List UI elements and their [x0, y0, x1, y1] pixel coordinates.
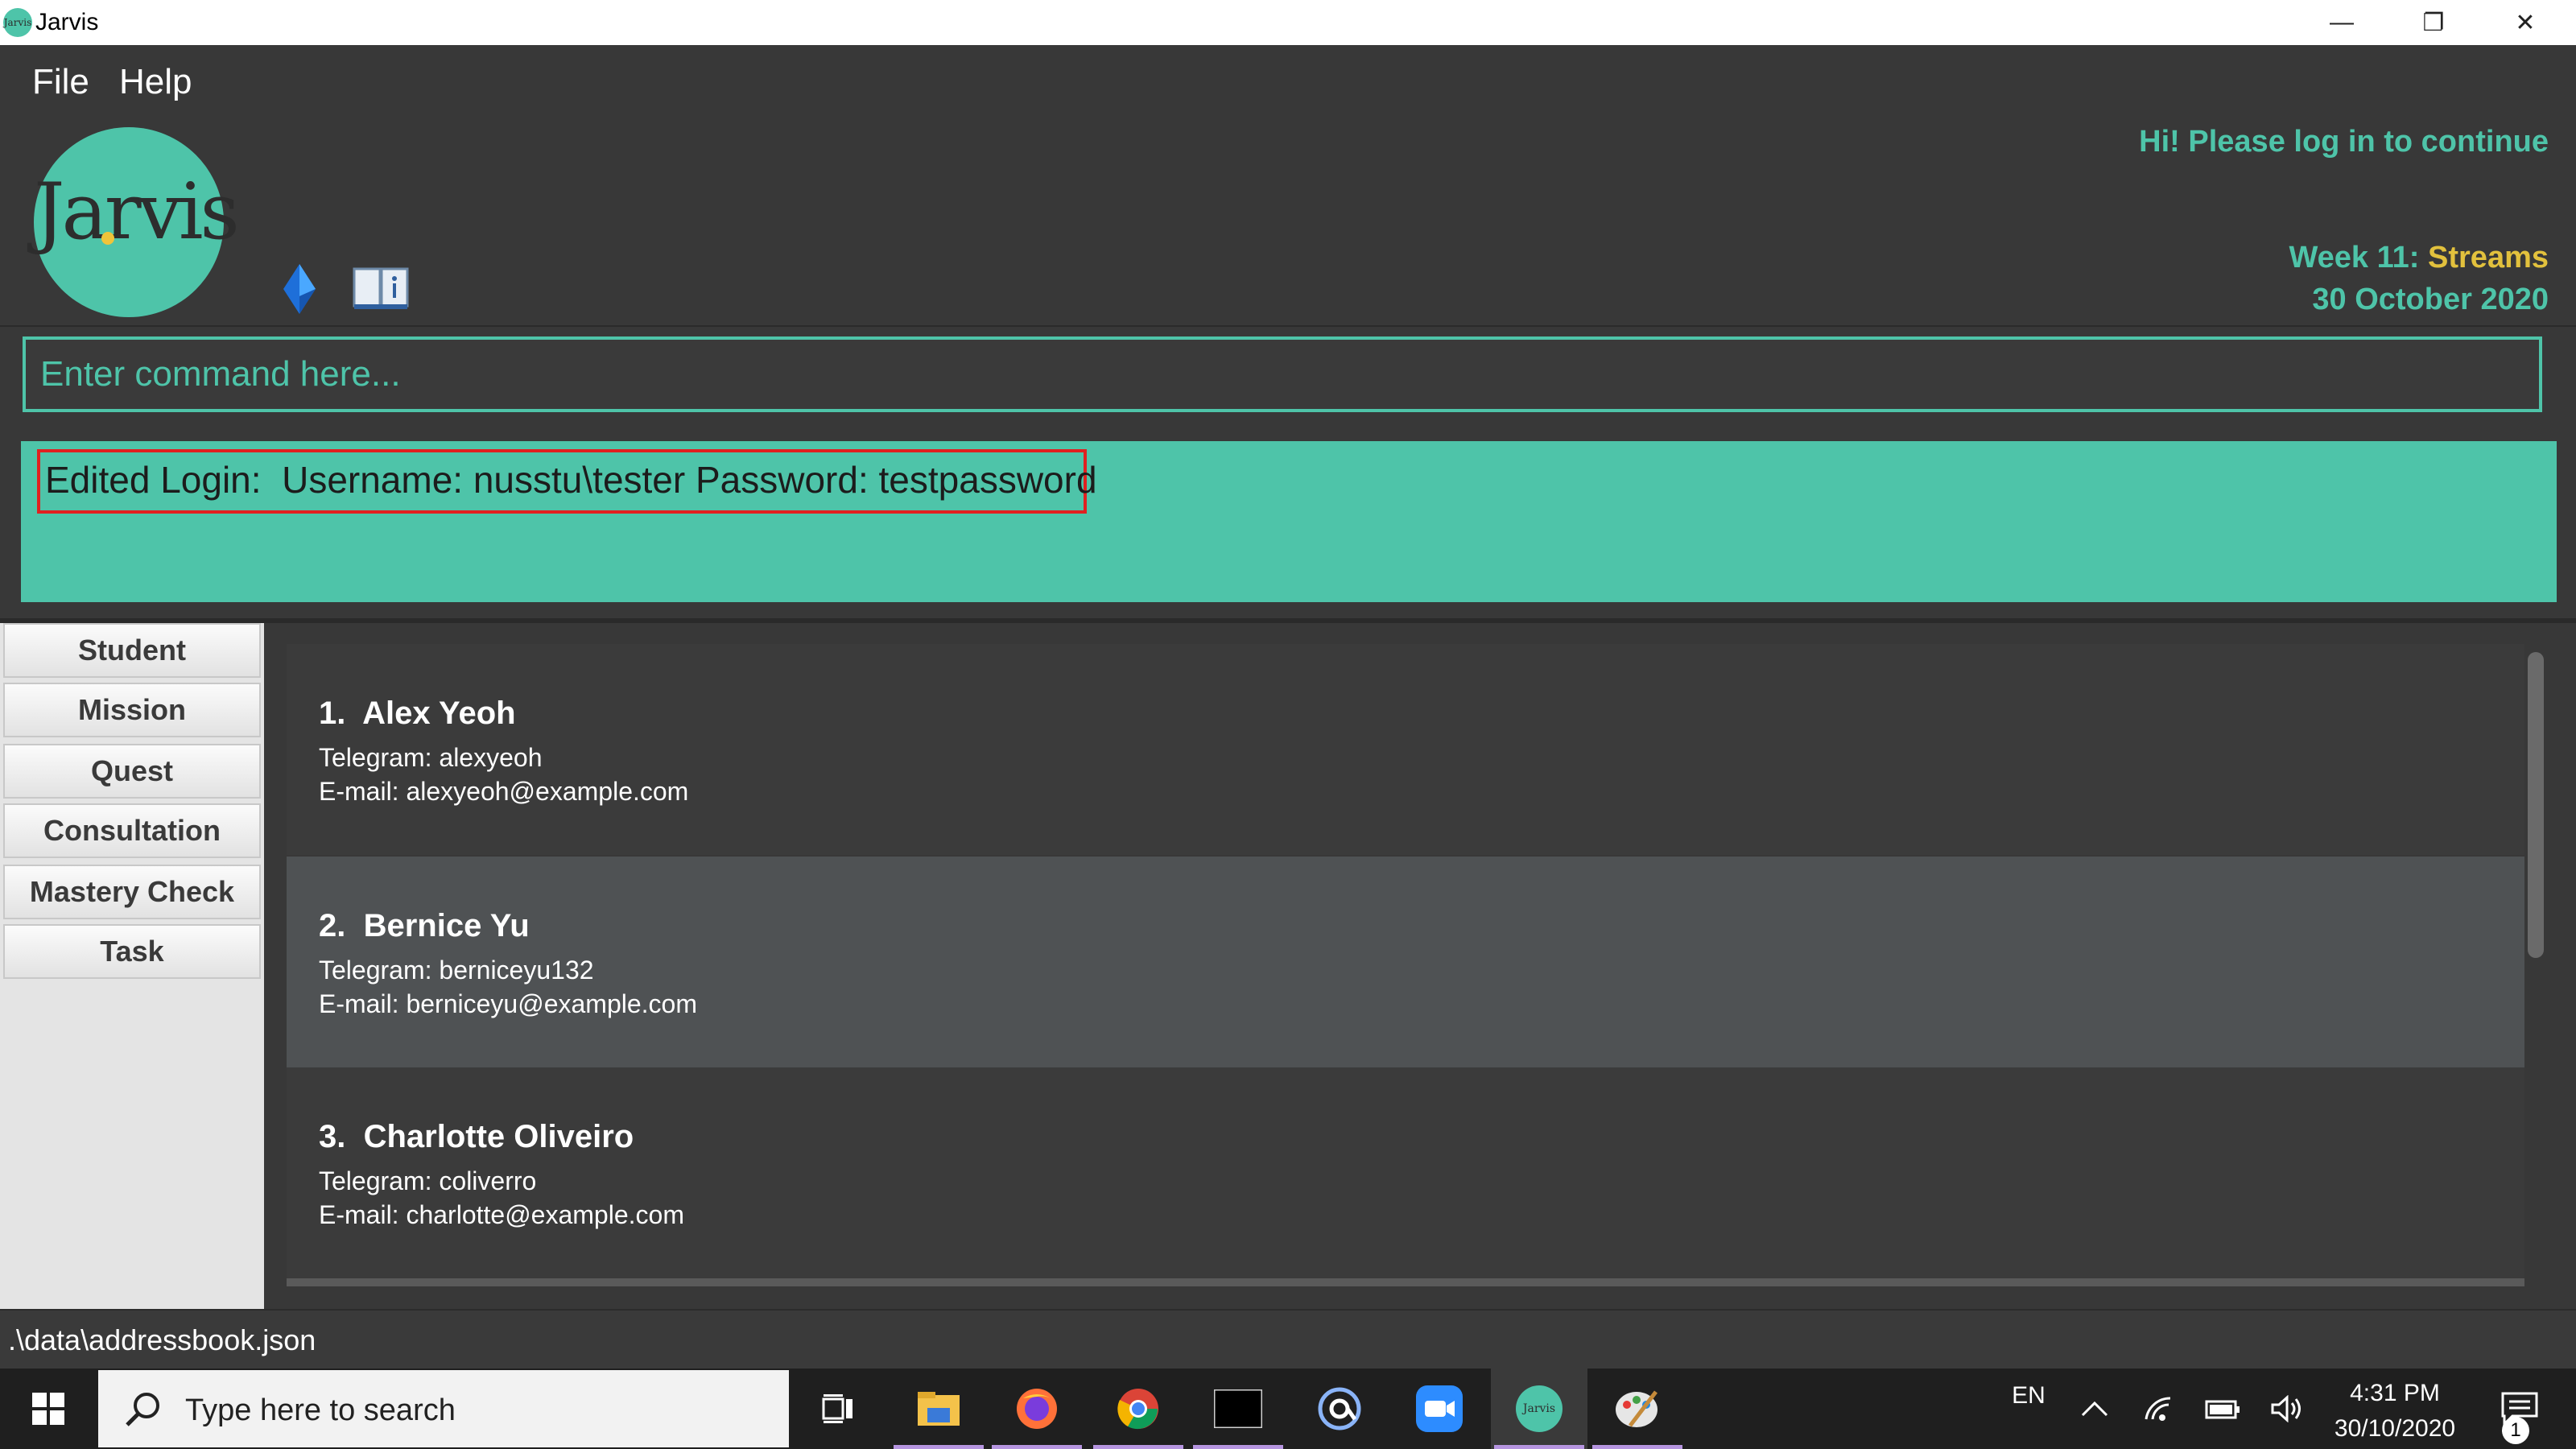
network-button[interactable] — [2130, 1368, 2188, 1449]
browser-button[interactable] — [1291, 1368, 1388, 1449]
video-camera-icon — [1416, 1385, 1463, 1432]
tab-mastery-check[interactable]: Mastery Check — [3, 865, 261, 919]
tab-consultation[interactable]: Consultation — [3, 803, 261, 858]
battery-icon — [2205, 1400, 2240, 1419]
taskbar-search[interactable]: Type here to search — [98, 1370, 789, 1447]
command-input[interactable] — [23, 336, 2542, 412]
search-icon — [126, 1393, 159, 1426]
student-telegram: Telegram: alexyeoh — [319, 743, 543, 772]
data-file-path: .\data\addressbook.json — [8, 1323, 316, 1356]
firefox-icon — [1017, 1389, 1057, 1429]
restore-icon: ❐ — [2422, 9, 2445, 36]
volume-button[interactable] — [2259, 1368, 2317, 1449]
file-explorer-button[interactable] — [890, 1368, 987, 1449]
task-view-button[interactable] — [789, 1368, 886, 1449]
week-label: Week 11: — [2289, 241, 2429, 275]
close-button[interactable]: ✕ — [2479, 0, 2571, 45]
logo-text: Jarvis — [34, 167, 240, 257]
login-status-message: Hi! Please log in to continue — [2139, 125, 2549, 159]
restore-button[interactable]: ❐ — [2388, 0, 2479, 45]
user-guide-icon[interactable] — [353, 266, 409, 311]
list-item[interactable]: 2. Bernice Yu Telegram: berniceyu132 E-m… — [287, 857, 2524, 1067]
at-sign-icon — [1318, 1387, 1361, 1430]
student-name: 3. Charlotte Oliveiro — [319, 1119, 634, 1154]
jarvis-logo: Jarvis — [34, 127, 240, 317]
menu-help[interactable]: Help — [119, 60, 192, 105]
sidebar: Student Mission Quest Consultation Maste… — [0, 623, 264, 1309]
terminal-icon — [1214, 1389, 1262, 1428]
jarvis-app-icon: Jarvis — [1516, 1385, 1563, 1432]
paint-button[interactable] — [1589, 1368, 1686, 1449]
minimize-button[interactable]: — — [2296, 0, 2388, 45]
student-name: 2. Bernice Yu — [319, 908, 530, 943]
tab-student[interactable]: Student — [3, 623, 261, 678]
chevron-up-icon — [2081, 1401, 2108, 1417]
show-hidden-icons-button[interactable] — [2064, 1368, 2125, 1449]
week-info: Week 11: Streams — [2289, 238, 2549, 277]
list-scrollbar[interactable] — [2528, 652, 2544, 958]
wifi-icon — [2145, 1397, 2171, 1421]
title-bar: Jarvis Jarvis — ❐ ✕ — [0, 0, 2576, 45]
chrome-button[interactable] — [1090, 1368, 1187, 1449]
list-item[interactable]: 1. Alex Yeoh Telegram: alexyeoh E-mail: … — [287, 644, 2524, 855]
start-button[interactable] — [0, 1368, 97, 1449]
tab-quest[interactable]: Quest — [3, 744, 261, 799]
windows-icon — [32, 1393, 64, 1425]
search-placeholder: Type here to search — [185, 1393, 456, 1427]
current-date: 30 October 2020 — [2312, 283, 2549, 316]
student-list[interactable]: 1. Alex Yeoh Telegram: alexyeoh E-mail: … — [264, 623, 2576, 1309]
student-telegram: Telegram: coliverro — [319, 1166, 537, 1195]
student-email: E-mail: alexyeoh@example.com — [319, 777, 689, 806]
student-email: E-mail: berniceyu@example.com — [319, 989, 697, 1018]
battery-button[interactable] — [2193, 1368, 2254, 1449]
list-bottom-edge — [287, 1278, 2524, 1286]
student-telegram: Telegram: berniceyu132 — [319, 956, 594, 985]
jarvis-taskbar-button[interactable]: Jarvis — [1491, 1368, 1587, 1449]
minimize-icon: — — [2330, 9, 2354, 35]
tab-mission[interactable]: Mission — [3, 683, 261, 737]
menu-file[interactable]: File — [32, 60, 89, 105]
running-indicator — [992, 1445, 1082, 1449]
gem-icon[interactable] — [283, 264, 316, 314]
running-indicator — [1494, 1445, 1584, 1449]
taskbar: Type here to search Jarvis EN 4:31 PM 30… — [0, 1368, 2576, 1449]
running-indicator — [1592, 1445, 1682, 1449]
input-language[interactable]: EN — [1996, 1356, 2061, 1436]
running-indicator — [1093, 1445, 1183, 1449]
app-icon: Jarvis — [3, 8, 32, 37]
terminal-button[interactable] — [1190, 1368, 1286, 1449]
running-indicator — [894, 1445, 984, 1449]
task-view-icon — [822, 1394, 852, 1423]
student-email: E-mail: charlotte@example.com — [319, 1200, 684, 1229]
status-bar: .\data\addressbook.json — [0, 1309, 2576, 1370]
result-display: Edited Login: Username: nusstu\tester Pa… — [21, 441, 2557, 602]
running-indicator — [1193, 1445, 1283, 1449]
close-icon: ✕ — [2515, 9, 2536, 36]
list-item[interactable]: 3. Charlotte Oliveiro Telegram: coliverr… — [287, 1067, 2524, 1278]
firefox-button[interactable] — [989, 1368, 1085, 1449]
clock-time: 4:31 PM — [2350, 1380, 2440, 1406]
folder-icon — [918, 1392, 960, 1426]
speaker-icon — [2271, 1395, 2301, 1422]
logo-dot — [101, 232, 114, 245]
zoom-button[interactable] — [1391, 1368, 1488, 1449]
palette-icon — [1616, 1390, 1657, 1427]
chrome-icon — [1117, 1389, 1158, 1430]
week-topic: Streams — [2428, 241, 2549, 275]
result-text: Edited Login: Username: nusstu\tester Pa… — [45, 459, 1097, 501]
notification-count-badge: 1 — [2502, 1417, 2529, 1444]
clock-date: 30/10/2020 — [2334, 1415, 2456, 1442]
student-name: 1. Alex Yeoh — [319, 696, 516, 731]
window-title: Jarvis — [35, 9, 99, 35]
tab-task[interactable]: Task — [3, 924, 261, 979]
